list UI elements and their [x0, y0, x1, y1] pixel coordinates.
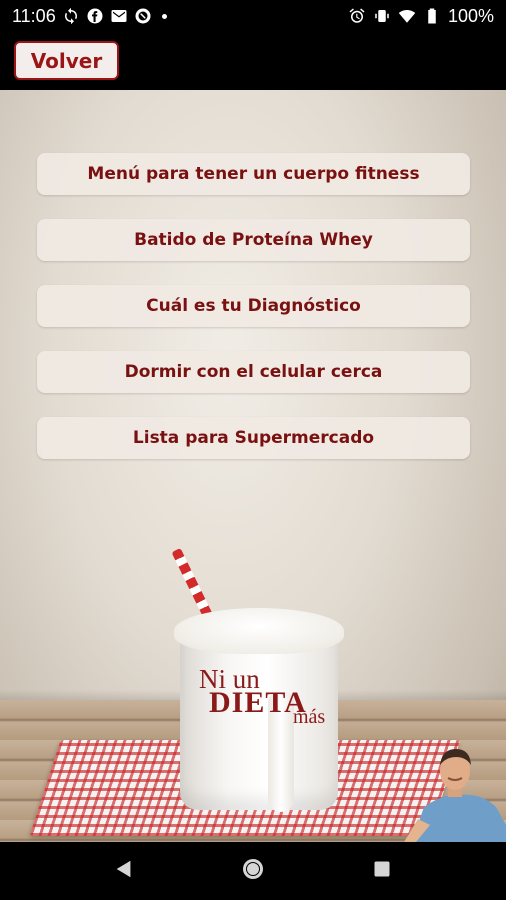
menu-item-diagnostico[interactable]: Cuál es tu Diagnóstico — [37, 285, 470, 327]
logo: Ni un DIETA más — [199, 664, 329, 734]
vibrate-icon — [373, 7, 391, 25]
back-nav-icon — [113, 858, 135, 885]
sync-icon — [62, 7, 80, 25]
app-bar: Volver — [0, 32, 506, 90]
menu-item-supermercado[interactable]: Lista para Supermercado — [37, 417, 470, 459]
nav-back-button[interactable] — [104, 851, 144, 891]
gmail-icon — [110, 7, 128, 25]
milkshake-foam — [174, 608, 344, 654]
nav-recents-button[interactable] — [362, 851, 402, 891]
menu-item-dormir[interactable]: Dormir con el celular cerca — [37, 351, 470, 393]
nav-home-button[interactable] — [233, 851, 273, 891]
menu-item-whey[interactable]: Batido de Proteína Whey — [37, 219, 470, 261]
person-photo — [404, 745, 506, 842]
status-bar: 11:06 100% — [0, 0, 506, 32]
app-icon — [134, 7, 152, 25]
status-right: 100% — [348, 6, 494, 27]
status-time: 11:06 — [12, 5, 56, 26]
notification-dot — [161, 13, 167, 19]
alarm-icon — [348, 7, 366, 25]
battery-percent: 100% — [447, 5, 494, 26]
battery-icon — [423, 7, 441, 25]
recents-nav-icon — [372, 859, 392, 884]
status-left: 11:06 — [12, 6, 167, 27]
home-nav-icon — [241, 857, 265, 886]
back-button[interactable]: Volver — [14, 41, 119, 80]
facebook-icon — [86, 7, 104, 25]
menu-item-fitness[interactable]: Menú para tener un cuerpo fitness — [37, 153, 470, 195]
nav-bar — [0, 842, 506, 900]
content-area: Menú para tener un cuerpo fitness Batido… — [0, 90, 506, 842]
wifi-icon — [398, 7, 416, 25]
logo-line3: más — [293, 706, 326, 728]
